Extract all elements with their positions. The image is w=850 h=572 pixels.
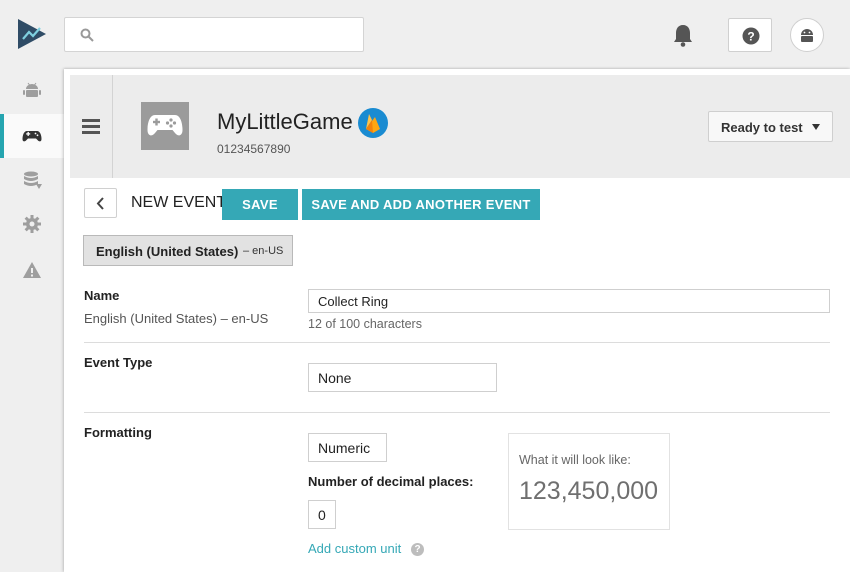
event-type-select[interactable]: None [308, 363, 497, 392]
decimal-places-input[interactable]: 0 [308, 500, 336, 529]
gamepad-icon [22, 131, 42, 142]
search-icon [80, 28, 94, 42]
divider [84, 412, 830, 413]
save-button[interactable]: SAVE [222, 189, 298, 220]
app-id: 01234567890 [217, 142, 291, 156]
search-input[interactable] [64, 17, 364, 52]
language-tab-code: – en-US [243, 245, 284, 257]
chevron-left-icon [96, 197, 104, 210]
save-and-add-another-button[interactable]: SAVE AND ADD ANOTHER EVENT [302, 189, 540, 220]
status-dropdown[interactable]: Ready to test [708, 111, 833, 142]
account-avatar[interactable] [790, 18, 824, 52]
gear-icon [23, 215, 41, 233]
app-header: MyLittleGame 01234567890 Ready to test [70, 75, 850, 178]
warning-icon [23, 262, 41, 278]
main-content-card: MyLittleGame 01234567890 Ready to test N… [64, 69, 850, 572]
name-input[interactable]: Collect Ring [308, 289, 830, 313]
hamburger-menu-icon[interactable] [82, 119, 102, 135]
nav-item-api[interactable] [0, 158, 64, 202]
language-tab[interactable]: English (United States) – en-US [83, 235, 293, 266]
add-custom-unit-link[interactable]: Add custom unit [308, 541, 401, 556]
app-icon [141, 102, 189, 150]
nav-item-alerts[interactable] [0, 248, 64, 292]
language-tab-name: English (United States) [96, 244, 239, 259]
back-button[interactable] [84, 188, 117, 218]
name-sublabel: English (United States) – en-US [84, 311, 269, 326]
preview-value: 123,450,000 [519, 477, 659, 505]
nav-item-settings[interactable] [0, 202, 64, 246]
header-divider [112, 75, 113, 178]
decimal-places-label: Number of decimal places: [308, 474, 474, 489]
notifications-bell-icon[interactable] [670, 22, 696, 48]
formatting-select[interactable]: Numeric [308, 433, 387, 462]
help-icon: ? [742, 27, 760, 45]
play-console-logo-icon[interactable] [15, 17, 49, 51]
nav-item-all-apps[interactable] [0, 68, 64, 112]
name-char-count: 12 of 100 characters [308, 317, 422, 331]
android-icon [23, 82, 41, 97]
divider [84, 342, 830, 343]
gamepad-icon [147, 115, 183, 136]
help-circle-icon[interactable]: ? [411, 543, 424, 556]
firebase-badge-icon [358, 108, 388, 138]
help-button[interactable]: ? [728, 18, 772, 52]
nav-item-game-services[interactable] [0, 114, 64, 158]
svg-text:?: ? [747, 29, 754, 43]
app-name: MyLittleGame [217, 109, 353, 134]
top-bar: ? [0, 0, 850, 68]
event-type-label: Event Type [84, 355, 153, 370]
caret-down-icon [812, 124, 820, 130]
format-preview: What it will look like: 123,450,000 [508, 433, 670, 530]
status-dropdown-label: Ready to test [721, 120, 803, 135]
event-title: NEW EVENT [131, 194, 227, 211]
android-avatar-icon [801, 29, 813, 42]
left-navigation [0, 68, 64, 572]
preview-label: What it will look like: [519, 453, 631, 467]
formatting-label: Formatting [84, 425, 152, 440]
name-label: Name [84, 288, 120, 303]
database-icon [24, 171, 42, 189]
